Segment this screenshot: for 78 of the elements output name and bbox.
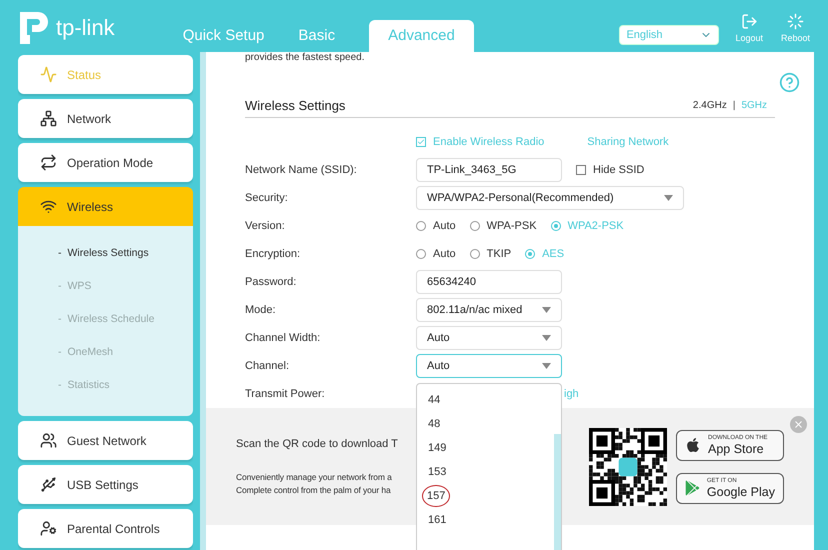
- radio-label: Auto: [433, 246, 456, 262]
- sidebar-item[interactable]: Parental Controls: [18, 509, 193, 548]
- dash-marker: -: [58, 246, 62, 262]
- play-icon: [685, 480, 700, 496]
- field-label: Password:: [245, 274, 298, 290]
- checkbox-label: Enable Wireless Radio: [433, 134, 544, 150]
- separator: |: [732, 99, 736, 113]
- field-label: Encryption:: [245, 246, 302, 262]
- checkbox-label: Hide SSID: [593, 162, 644, 178]
- radio-label: Auto: [433, 218, 456, 234]
- intro-text: provides the fastest speed.: [245, 52, 366, 64]
- mode-icon: [40, 154, 57, 171]
- select-field[interactable]: Auto: [416, 354, 562, 378]
- sidebar-item[interactable]: Wireless: [18, 187, 193, 226]
- banner-text: Complete control from the palm of your ha: [236, 484, 391, 497]
- channel-option[interactable]: 44: [427, 392, 442, 408]
- section-title: Wireless Settings: [245, 96, 346, 115]
- channel-option[interactable]: 157: [422, 484, 450, 508]
- caret-icon: [542, 363, 551, 369]
- input-field[interactable]: TP-Link_3463_5G: [416, 158, 562, 182]
- option-text: igh: [564, 386, 579, 402]
- guest-icon: [40, 432, 57, 449]
- input-field[interactable]: 65634240: [416, 270, 562, 294]
- dash-marker: -: [58, 279, 62, 294]
- sidebar-item[interactable]: Guest Network: [18, 421, 193, 460]
- radio-button[interactable]: [416, 221, 426, 231]
- scrollbar-thumb[interactable]: [554, 434, 561, 550]
- radio-button[interactable]: [416, 249, 426, 259]
- status-icon: [40, 66, 57, 83]
- channel-option[interactable]: 161: [427, 512, 448, 528]
- radio-label: TKIP: [486, 246, 512, 262]
- dash-marker: -: [58, 378, 62, 394]
- channel-option[interactable]: 149: [427, 440, 448, 456]
- logout-icon: [740, 13, 758, 30]
- sidebar-item[interactable]: USB Settings: [18, 465, 193, 504]
- parental-icon: [40, 520, 57, 537]
- apple-icon: [685, 437, 701, 453]
- qr-code-icon: [589, 428, 667, 506]
- radio-label: AES: [542, 246, 564, 262]
- network-icon: [40, 110, 57, 127]
- channel-option[interactable]: 48: [427, 416, 442, 432]
- help-icon[interactable]: [779, 72, 800, 93]
- radio-button[interactable]: [470, 221, 480, 231]
- field-label: Mode:: [245, 302, 277, 318]
- radio-label: WPA-PSK: [486, 218, 537, 234]
- sidebar-item[interactable]: Operation Mode: [18, 143, 193, 182]
- band-tab[interactable]: 2.4GHz: [692, 98, 727, 113]
- field-label: Network Name (SSID):: [245, 162, 358, 178]
- select-field[interactable]: Auto: [416, 326, 562, 350]
- banner-text: Conveniently manage your network from a: [236, 470, 392, 484]
- caret-icon: [542, 335, 551, 341]
- wireless-icon: [40, 198, 57, 215]
- select-field[interactable]: 802.11a/n/ac mixed: [416, 298, 562, 322]
- field-label: Version:: [245, 218, 286, 234]
- field-label: Security:: [245, 190, 289, 206]
- checkbox[interactable]: [576, 165, 586, 175]
- submenu-item[interactable]: Wireless Settings: [68, 246, 149, 262]
- dash-marker: -: [58, 312, 62, 328]
- sidebar-item[interactable]: Network: [18, 99, 193, 138]
- dash-marker: -: [58, 345, 62, 360]
- spinner-icon: [786, 13, 804, 30]
- radio-button[interactable]: [550, 221, 561, 231]
- usb-icon: [40, 476, 57, 493]
- field-label: Transmit Power:: [245, 386, 326, 402]
- close-icon: [793, 419, 804, 430]
- select-field[interactable]: WPA/WPA2-Personal(Recommended): [416, 186, 684, 210]
- banner-title: Scan the QR code to download T: [236, 437, 398, 452]
- radio-button[interactable]: [470, 249, 480, 259]
- logo-text: tp-link: [56, 17, 115, 39]
- close-button[interactable]: [790, 416, 807, 433]
- radio-label: WPA2-PSK: [568, 218, 624, 234]
- checkbox[interactable]: [416, 137, 426, 147]
- radio-button[interactable]: [525, 249, 536, 259]
- caret-icon: [664, 195, 673, 201]
- field-label: Channel Width:: [245, 330, 322, 346]
- field-label: Channel:: [245, 358, 290, 374]
- channel-option[interactable]: 153: [427, 464, 448, 480]
- caret-icon: [542, 307, 551, 313]
